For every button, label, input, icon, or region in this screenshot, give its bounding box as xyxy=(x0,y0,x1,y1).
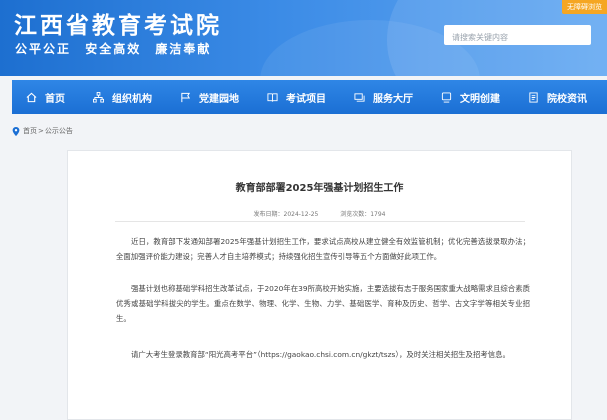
view-count: 1794 xyxy=(370,211,386,218)
nav-item-label: 组织机构 xyxy=(112,93,152,105)
publish-date-label: 发布日期： xyxy=(253,211,284,218)
site-header: 江西省教育考试院 公平公正 安全高效 廉洁奉献 无障碍浏览 xyxy=(0,0,607,76)
nav-item-label: 院校资讯 xyxy=(547,93,587,105)
nav-item-party[interactable]: 党建园地 xyxy=(166,80,253,114)
breadcrumb: 首页 > 公示公告 xyxy=(12,125,73,137)
breadcrumb-current[interactable]: 公示公告 xyxy=(45,126,73,136)
site-title[interactable]: 江西省教育考试院 xyxy=(14,6,222,40)
site-slogan: 公平公正 安全高效 廉洁奉献 xyxy=(15,40,219,57)
nav-item-exams[interactable]: 考试项目 xyxy=(253,80,340,114)
article-paragraph: 请广大考生登录教育部“阳光高考平台”（https://gaokao.chsi.c… xyxy=(131,350,510,359)
article-card: 教育部部署2025年强基计划招生工作 发布日期：2024-12-25 浏览次数：… xyxy=(67,150,572,420)
article-meta: 发布日期：2024-12-25 浏览次数：1794 xyxy=(68,209,571,218)
nav-item-label: 服务大厅 xyxy=(373,93,413,105)
article-paragraph: 近日，教育部下发通知部署2025年强基计划招生工作，要求试点高校从建立健全有效监… xyxy=(116,237,530,261)
article-title: 教育部部署2025年强基计划招生工作 xyxy=(235,183,404,194)
title-divider xyxy=(115,221,525,222)
breadcrumb-home-link[interactable]: 首页 xyxy=(23,126,37,136)
nav-item-label: 文明创建 xyxy=(460,93,500,105)
nav-item-home[interactable]: 首页 xyxy=(12,80,79,114)
nav-item-organization[interactable]: 组织机构 xyxy=(79,80,166,114)
publish-date: 2024-12-25 xyxy=(283,211,319,218)
location-pin-icon xyxy=(12,126,20,136)
breadcrumb-separator: > xyxy=(38,127,44,135)
accessibility-button[interactable]: 无障碍浏览 xyxy=(562,0,607,14)
nav-item-news[interactable]: 院校资讯 xyxy=(514,80,601,114)
nav-item-civilization[interactable]: 文明创建 xyxy=(427,80,514,114)
home-icon xyxy=(26,92,37,103)
monitor-icon xyxy=(441,91,452,103)
service-icon xyxy=(354,92,365,103)
slogan-part: 公平公正 xyxy=(15,42,72,56)
slogan-part: 安全高效 xyxy=(85,42,142,56)
book-icon xyxy=(267,92,278,103)
org-chart-icon xyxy=(93,91,104,103)
article-paragraph: 强基计划也称基础学科招生改革试点，于2020年在39所高校开始实施，主要选拔有志… xyxy=(116,284,530,323)
document-icon xyxy=(528,91,539,103)
nav-item-label: 首页 xyxy=(45,93,65,105)
nav-item-service[interactable]: 服务大厅 xyxy=(340,80,427,114)
nav-bar: 首页 组织机构 党建园地 考试项目 服务大厅 文明创建 院校资讯 xyxy=(12,80,607,114)
nav-item-label: 党建园地 xyxy=(199,93,239,105)
search-box[interactable] xyxy=(444,25,591,48)
main-nav: 首页 组织机构 党建园地 考试项目 服务大厅 文明创建 院校资讯 xyxy=(0,76,607,118)
views-label: 浏览次数： xyxy=(340,211,371,218)
search-input[interactable] xyxy=(444,27,564,48)
nav-item-label: 考试项目 xyxy=(286,93,326,105)
flag-icon xyxy=(180,92,191,103)
slogan-part: 廉洁奉献 xyxy=(155,42,212,56)
